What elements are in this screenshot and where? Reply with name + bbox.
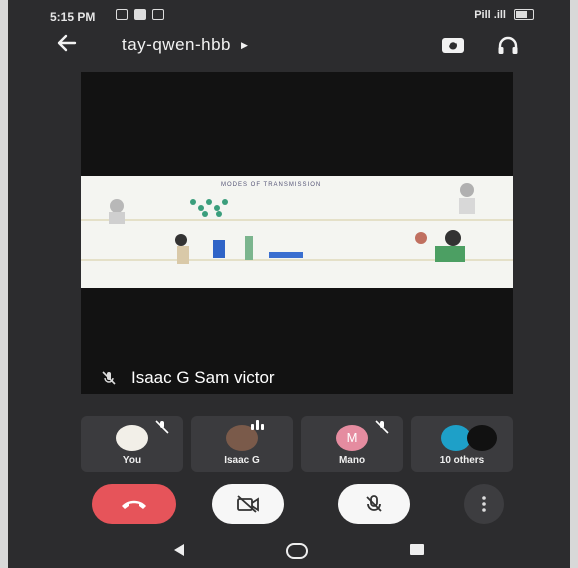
switch-camera-icon	[442, 38, 464, 53]
speaking-indicator-icon	[251, 420, 264, 430]
main-video-stage[interactable]: MODES OF TRANSMISSION Isaac G Sam victor	[81, 72, 513, 394]
notification-icon	[116, 9, 128, 20]
camera-off-icon	[237, 495, 259, 513]
meeting-code-button[interactable]: tay-qwen-hbb ▶	[122, 35, 248, 55]
participant-label: Isaac G	[224, 455, 260, 466]
meeting-header: tay-qwen-hbb ▶	[8, 32, 570, 62]
arrow-left-icon	[57, 34, 77, 52]
mic-off-icon	[375, 420, 389, 434]
speaker-name: Isaac G Sam victor	[131, 368, 275, 387]
end-call-button[interactable]	[92, 484, 176, 524]
phone-screen: 5:15 PM Pill .ill tay-qwen-hbb ▶ MODES O…	[8, 0, 570, 568]
headphones-icon	[498, 36, 518, 54]
battery-icon	[514, 9, 534, 20]
cast-icon	[152, 9, 164, 20]
call-controls	[8, 484, 570, 528]
audio-output-button[interactable]	[496, 34, 522, 58]
message-icon	[134, 9, 146, 20]
status-left-icons	[116, 9, 164, 20]
avatar	[467, 425, 497, 451]
avatar	[116, 425, 148, 451]
status-bar: 5:15 PM Pill .ill	[8, 0, 570, 32]
participant-label: 10 others	[439, 455, 485, 466]
system-navigation-bar	[8, 536, 570, 568]
nav-back-icon[interactable]	[174, 544, 184, 556]
slide-illustration	[81, 183, 513, 264]
nav-home-icon[interactable]	[286, 543, 308, 559]
active-speaker-bar: Isaac G Sam victor	[101, 368, 275, 388]
participant-tile-mano[interactable]: M Mano	[301, 416, 403, 472]
hang-up-icon	[122, 500, 146, 509]
signal-text: Pill .ill	[474, 9, 506, 21]
back-button[interactable]	[52, 32, 82, 60]
participant-tile-isaac[interactable]: Isaac G	[191, 416, 293, 472]
participant-tile-you[interactable]: You	[81, 416, 183, 472]
mic-toggle-button[interactable]	[338, 484, 410, 524]
status-right-icons: Pill .ill	[474, 9, 534, 21]
slide-heading: MODES OF TRANSMISSION	[221, 182, 322, 188]
mic-off-icon	[102, 371, 116, 385]
shared-screen: MODES OF TRANSMISSION	[81, 176, 513, 288]
status-time: 5:15 PM	[50, 10, 96, 24]
participant-tile-others[interactable]: 10 others	[411, 416, 513, 472]
avatar: M	[336, 425, 368, 451]
switch-camera-button[interactable]	[440, 34, 466, 58]
mic-off-icon	[366, 495, 382, 512]
mic-off-icon	[155, 420, 169, 434]
participant-label: Mano	[338, 455, 366, 466]
more-options-button[interactable]	[464, 484, 504, 524]
participant-strip: You Isaac G M Mano 10 others	[81, 416, 521, 474]
participant-label: You	[122, 455, 142, 466]
more-vertical-icon	[482, 496, 486, 512]
meeting-code: tay-qwen-hbb	[122, 35, 232, 54]
caret-right-icon: ▶	[241, 39, 249, 50]
camera-toggle-button[interactable]	[212, 484, 284, 524]
nav-recents-icon[interactable]	[410, 544, 424, 555]
